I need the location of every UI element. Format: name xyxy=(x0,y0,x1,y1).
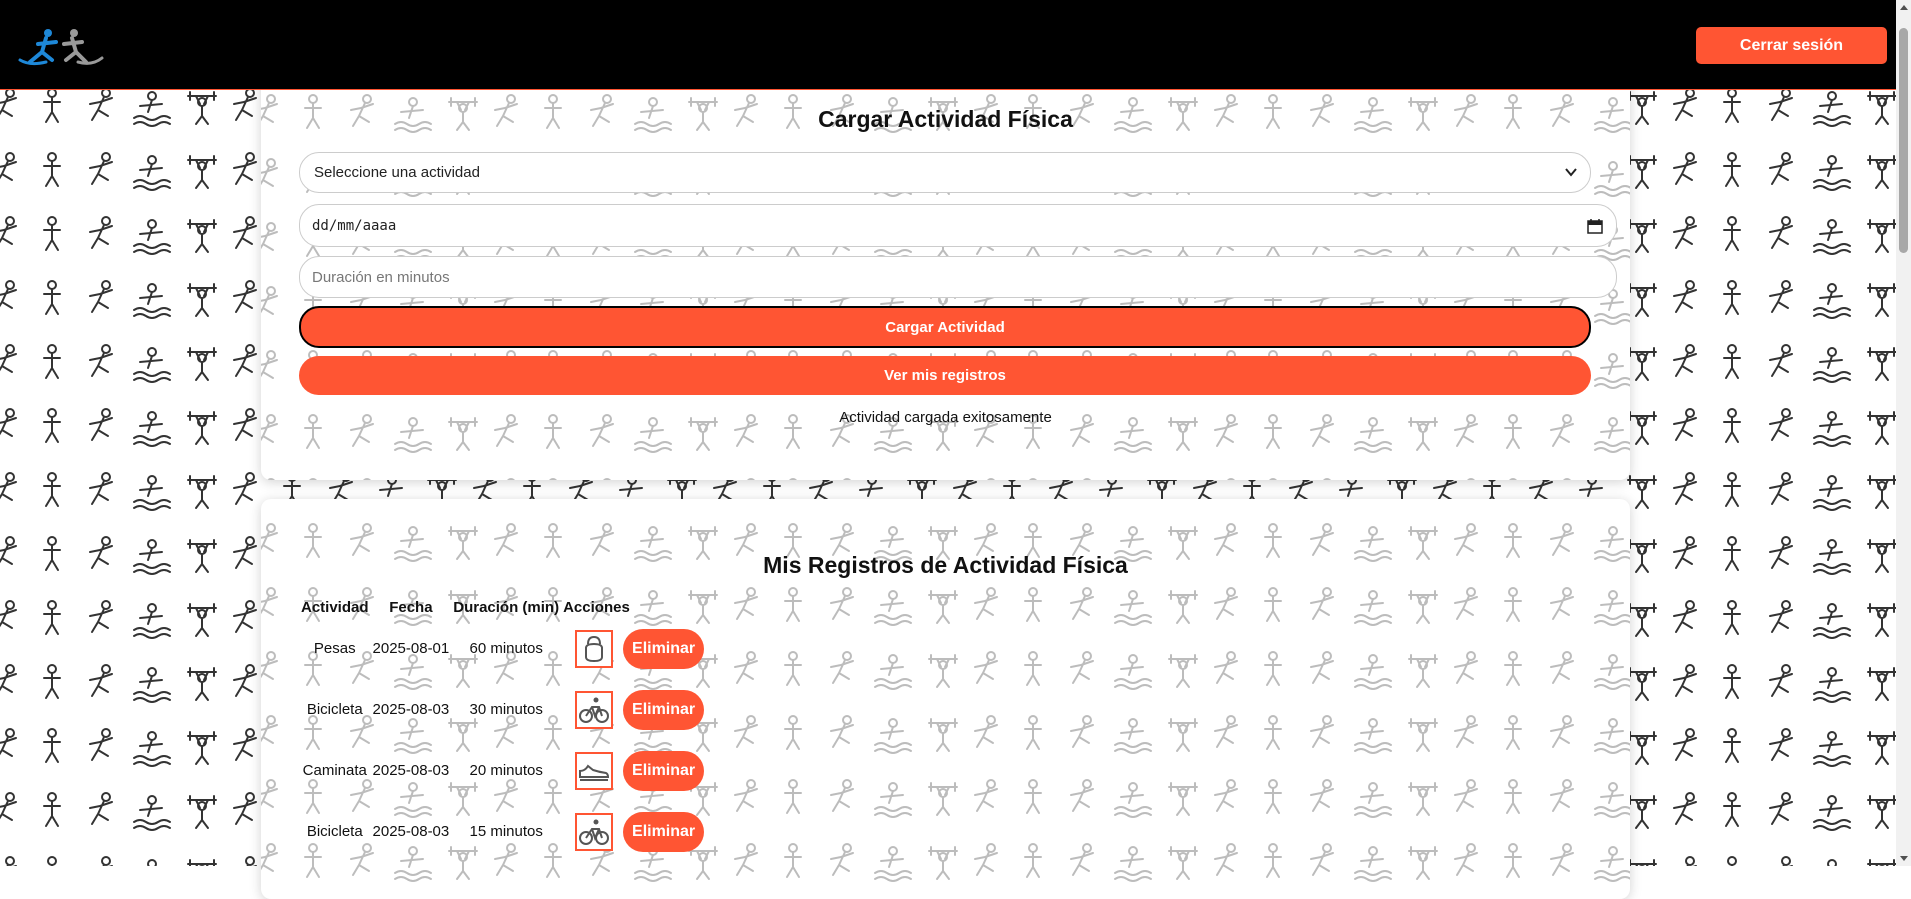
sneaker-icon xyxy=(575,751,614,790)
scroll-up-arrow-icon[interactable] xyxy=(1900,5,1908,10)
row-actions: Eliminar xyxy=(561,618,706,679)
table-row: Bicicleta 2025-08-03 15 minutos Eliminar xyxy=(299,801,706,862)
delete-button[interactable]: Eliminar xyxy=(623,628,705,669)
activity-select[interactable]: Seleccione una actividad xyxy=(299,152,1591,193)
app-logo[interactable] xyxy=(16,26,106,68)
row-actions: Eliminar xyxy=(561,679,706,740)
duration-input[interactable]: Duración en minutos xyxy=(299,256,1617,298)
activity-select-value: Seleccione una actividad xyxy=(314,164,480,181)
records-card: Mis Registros de Actividad Física Activi… xyxy=(261,499,1630,899)
row-date: 2025-08-03 xyxy=(372,762,450,779)
date-input-value: dd/mm/aaaa xyxy=(312,217,397,234)
logout-button[interactable]: Cerrar sesión xyxy=(1696,27,1887,64)
duration-input-placeholder: Duración en minutos xyxy=(312,268,450,286)
view-records-button[interactable]: Ver mis registros xyxy=(299,356,1591,395)
row-duration: 60 minutos xyxy=(469,640,543,657)
records-table: Actividad Fecha Duración (min) Acciones … xyxy=(299,596,706,862)
row-activity: Caminata xyxy=(302,762,367,779)
date-input[interactable]: dd/mm/aaaa xyxy=(299,204,1617,247)
bicycle-icon xyxy=(575,812,614,851)
activity-form-card: Cargar Actividad Física Seleccione una a… xyxy=(261,70,1630,480)
page-scrollbar[interactable] xyxy=(1896,0,1911,866)
status-message: Actividad cargada exitosamente xyxy=(839,409,1052,426)
table-header-row: Actividad Fecha Duración (min) Acciones xyxy=(299,596,706,618)
column-header-duration: Duración (min) xyxy=(453,598,560,616)
row-actions: Eliminar xyxy=(561,740,706,801)
chevron-down-icon xyxy=(1565,168,1577,177)
row-duration: 30 minutos xyxy=(469,701,543,718)
row-duration: 15 minutos xyxy=(469,823,543,840)
top-navbar: Cerrar sesión xyxy=(0,0,1911,90)
kettlebell-icon xyxy=(575,629,614,668)
column-header-activity: Actividad xyxy=(301,598,369,616)
row-duration: 20 minutos xyxy=(469,762,543,779)
delete-button[interactable]: Eliminar xyxy=(623,689,705,730)
column-header-actions: Acciones xyxy=(563,598,630,616)
row-actions: Eliminar xyxy=(561,801,706,862)
delete-button[interactable]: Eliminar xyxy=(623,811,705,852)
bicycle-icon xyxy=(575,690,614,729)
table-row: Caminata 2025-08-03 20 minutos Eliminar xyxy=(299,740,706,801)
row-activity: Bicicleta xyxy=(306,701,363,718)
calendar-icon[interactable] xyxy=(1587,218,1603,234)
records-title: Mis Registros de Actividad Física xyxy=(763,552,1128,578)
submit-activity-button[interactable]: Cargar Actividad xyxy=(299,306,1591,348)
row-date: 2025-08-01 xyxy=(372,640,450,657)
delete-button[interactable]: Eliminar xyxy=(623,750,705,791)
table-row: Pesas 2025-08-01 60 minutos Eliminar xyxy=(299,618,706,679)
form-title: Cargar Actividad Física xyxy=(818,106,1073,132)
scroll-down-arrow-icon[interactable] xyxy=(1900,856,1908,861)
table-row: Bicicleta 2025-08-03 30 minutos Eliminar xyxy=(299,679,706,740)
row-date: 2025-08-03 xyxy=(372,701,450,718)
row-activity: Pesas xyxy=(313,640,356,657)
row-date: 2025-08-03 xyxy=(372,823,450,840)
column-header-date: Fecha xyxy=(389,598,433,616)
row-activity: Bicicleta xyxy=(306,823,363,840)
scrollbar-thumb[interactable] xyxy=(1899,28,1908,253)
